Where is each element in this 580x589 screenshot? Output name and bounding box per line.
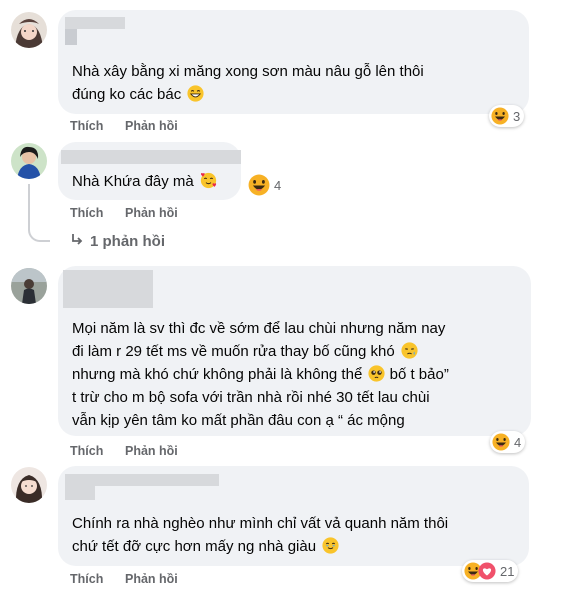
avatar[interactable]	[11, 143, 47, 179]
laugh-react-icon	[248, 174, 270, 196]
reaction-summary[interactable]: 4	[490, 431, 526, 453]
reply-button[interactable]: Phản hồi	[125, 206, 178, 220]
pleading-face-icon	[368, 365, 385, 382]
comment-bubble: Nhà Khứa đây mà	[58, 142, 241, 200]
thread-connector	[28, 184, 50, 242]
avatar[interactable]	[11, 12, 47, 48]
like-button[interactable]: Thích	[70, 444, 103, 458]
blurred-author-name	[63, 270, 153, 308]
blurred-author-name	[65, 486, 95, 500]
blurred-author-name	[65, 474, 219, 486]
comment-bubble: Chính ra nhà nghèo như mình chỉ vất vả q…	[58, 466, 529, 566]
blurred-author-name	[65, 29, 77, 45]
reply-button[interactable]: Phản hồi	[125, 444, 178, 458]
avatar[interactable]	[11, 467, 47, 503]
reply-arrow-icon	[72, 234, 83, 245]
reaction-summary[interactable]: 3	[489, 105, 525, 127]
blurred-author-name	[61, 150, 241, 164]
like-button[interactable]: Thích	[70, 206, 103, 220]
smiling-face-hearts-icon	[200, 172, 217, 189]
reply-button[interactable]: Phản hồi	[125, 119, 178, 133]
like-button[interactable]: Thích	[70, 119, 103, 133]
like-button[interactable]: Thích	[70, 572, 103, 586]
grin-sweat-icon	[187, 85, 204, 102]
comment-text: Nhà xây bằng xi măng xong sơn màu nâu gỗ…	[72, 63, 424, 103]
comment-text: Nhà Khứa đây mà	[72, 170, 217, 193]
love-react-icon	[478, 562, 496, 580]
avatar[interactable]	[11, 268, 47, 304]
comment-text: Chính ra nhà nghèo như mình chỉ vất vả q…	[72, 515, 449, 555]
reaction-summary[interactable]: 21	[462, 560, 519, 582]
comment-text: Mọi năm là sv thì đc về sớm để lau chùi …	[72, 320, 449, 429]
comment-bubble: Mọi năm là sv thì đc về sớm để lau chùi …	[58, 266, 531, 436]
reaction-summary[interactable]: 4	[246, 174, 285, 196]
laugh-react-icon	[491, 107, 509, 125]
sleepy-face-icon	[401, 342, 418, 359]
laugh-react-icon	[492, 433, 510, 451]
comment-bubble: Nhà xây bằng xi măng xong sơn màu nâu gỗ…	[58, 10, 529, 114]
reply-button[interactable]: Phản hồi	[125, 572, 178, 586]
blurred-author-name	[65, 17, 125, 29]
holding-back-tears-icon	[322, 537, 339, 554]
view-replies-link[interactable]: 1 phản hồi	[70, 233, 165, 250]
